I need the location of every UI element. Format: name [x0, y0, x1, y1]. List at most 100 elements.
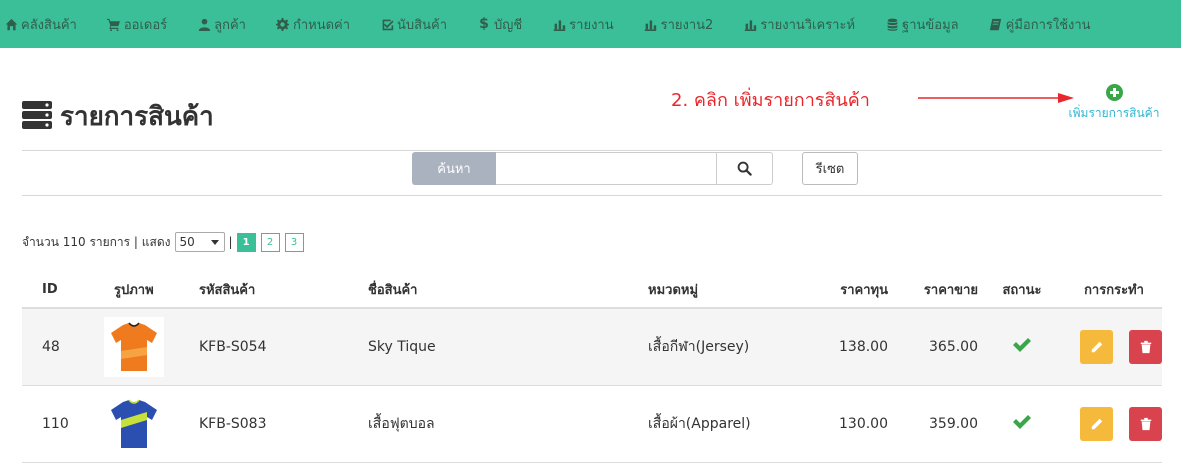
cell-cost: 138.00	[839, 339, 888, 355]
per-page-value: 50	[179, 235, 195, 249]
trash-icon	[1140, 417, 1151, 431]
add-product-label: เพิ่มรายการสินค้า	[1068, 106, 1160, 120]
top-navbar: คลังสินค้า ออเดอร์ ลูกค้า กำหนดค่า นับสิ…	[0, 0, 1181, 48]
header-category: หมวดหมู่	[648, 283, 699, 298]
cell-name: เสื้อฟุตบอล	[368, 416, 435, 432]
pencil-icon	[1091, 418, 1102, 430]
dollar-icon: $	[479, 16, 489, 32]
reset-button[interactable]: รีเซต	[802, 152, 858, 185]
cell-status	[978, 414, 1066, 434]
check-square-icon	[380, 17, 394, 31]
add-product-button[interactable]: เพิ่มรายการสินค้า	[1062, 84, 1166, 123]
nav-label: รายงานวิเคราะห์	[760, 17, 856, 33]
delete-button[interactable]	[1129, 330, 1162, 364]
cell-id: 48	[42, 339, 60, 355]
product-table: ID รูปภาพ รหัสสินค้า ชื่อสินค้า หมวดหมู่…	[22, 272, 1162, 463]
search-bar: ค้นหา	[412, 152, 773, 185]
pagination-bar: จำนวน 110 รายการ | แสดง 50 | 1 2 3	[22, 232, 309, 252]
header-id: ID	[42, 282, 58, 297]
header-code: รหัสสินค้า	[199, 283, 256, 298]
nav-item-stock-count[interactable]: นับสินค้า	[380, 0, 447, 48]
nav-item-analysis-report[interactable]: รายงานวิเคราะห์	[743, 0, 855, 48]
nav-label: ลูกค้า	[214, 17, 246, 33]
trash-icon	[1140, 340, 1151, 354]
cell-name: Sky Tique	[368, 339, 436, 355]
divider	[22, 195, 1162, 196]
product-thumbnail[interactable]	[104, 317, 164, 377]
cell-code: KFB-S083	[199, 416, 267, 432]
caret-down-icon	[210, 240, 219, 245]
cell-actions	[1066, 407, 1162, 441]
edit-button[interactable]	[1080, 330, 1113, 364]
nav-label: กำหนดค่า	[292, 17, 351, 33]
nav-label: บัญชี	[494, 17, 523, 33]
cart-icon	[107, 17, 121, 31]
cell-price: 365.00	[929, 339, 978, 355]
header-price: ราคาขาย	[923, 283, 978, 298]
nav-item-report2[interactable]: รายงาน2	[644, 0, 714, 48]
nav-item-orders[interactable]: ออเดอร์	[107, 0, 167, 48]
nav-label: คู่มือการใช้งาน	[1005, 17, 1091, 33]
product-thumbnail[interactable]	[104, 394, 164, 454]
nav-label: ออเดอร์	[123, 17, 168, 33]
delete-button[interactable]	[1129, 407, 1162, 441]
nav-item-settings[interactable]: กำหนดค่า	[276, 0, 350, 48]
header-name: ชื่อสินค้า	[368, 283, 418, 298]
nav-item-inventory[interactable]: คลังสินค้า	[4, 0, 77, 48]
book-icon	[989, 17, 1003, 31]
nav-label: นับสินค้า	[397, 17, 448, 33]
page-title: รายการสินค้า	[22, 96, 214, 137]
cell-actions	[1066, 330, 1162, 364]
home-icon	[4, 17, 18, 31]
cell-id: 110	[42, 416, 69, 432]
cell-status	[978, 337, 1066, 357]
page-button-3[interactable]: 3	[284, 232, 304, 252]
shirt-image	[111, 399, 157, 448]
database-icon	[885, 17, 899, 31]
nav-item-report[interactable]: รายงาน	[552, 0, 614, 48]
annotation-text: 2. คลิก เพิ่มรายการสินค้า	[671, 90, 870, 111]
check-icon	[1013, 415, 1031, 429]
header-actions: การกระทำ	[1084, 283, 1144, 298]
nav-label: รายงาน2	[660, 17, 714, 33]
nav-item-manual[interactable]: คู่มือการใช้งาน	[989, 0, 1091, 48]
search-input[interactable]	[496, 152, 717, 185]
item-count-text: จำนวน 110 รายการ | แสดง	[22, 234, 171, 249]
bar-chart-icon	[552, 17, 566, 31]
separator: |	[228, 235, 233, 249]
cell-code: KFB-S054	[199, 339, 267, 355]
page-button-2[interactable]: 2	[260, 232, 280, 252]
header-cost: ราคาทุน	[840, 283, 888, 298]
cell-cost: 130.00	[839, 416, 888, 432]
bar-chart-icon	[644, 17, 658, 31]
bar-chart-icon	[743, 17, 757, 31]
user-icon	[197, 17, 211, 31]
pencil-icon	[1091, 341, 1102, 353]
cell-price: 359.00	[929, 416, 978, 432]
nav-label: คลังสินค้า	[21, 17, 77, 33]
nav-label: รายงาน	[569, 17, 614, 33]
divider	[22, 150, 1162, 151]
annotation-arrow	[918, 93, 1074, 103]
page-button-1[interactable]: 1	[236, 232, 256, 252]
search-button[interactable]	[717, 152, 773, 185]
search-label: ค้นหา	[412, 152, 496, 185]
per-page-select[interactable]: 50	[174, 232, 225, 252]
cell-image	[84, 394, 199, 454]
shirt-image	[111, 322, 157, 371]
check-icon	[1013, 338, 1031, 352]
header-status: สถานะ	[1002, 283, 1042, 298]
cell-category: เสื้อผ้า(Apparel)	[648, 416, 751, 432]
search-icon	[737, 161, 752, 176]
table-row: 110 KFB-S083 เสื้อฟุตบอล เสื้อผ้า(Appare…	[22, 386, 1162, 463]
nav-item-database[interactable]: ฐานข้อมูล	[885, 0, 959, 48]
server-icon	[22, 100, 52, 134]
plus-circle-icon	[1105, 84, 1123, 101]
nav-item-accounts[interactable]: $ บัญชี	[477, 0, 522, 48]
nav-label: ฐานข้อมูล	[902, 17, 959, 33]
edit-button[interactable]	[1080, 407, 1113, 441]
gear-icon	[276, 17, 290, 31]
nav-item-customers[interactable]: ลูกค้า	[197, 0, 246, 48]
header-image: รูปภาพ	[114, 283, 154, 298]
page-title-text: รายการสินค้า	[60, 102, 214, 132]
